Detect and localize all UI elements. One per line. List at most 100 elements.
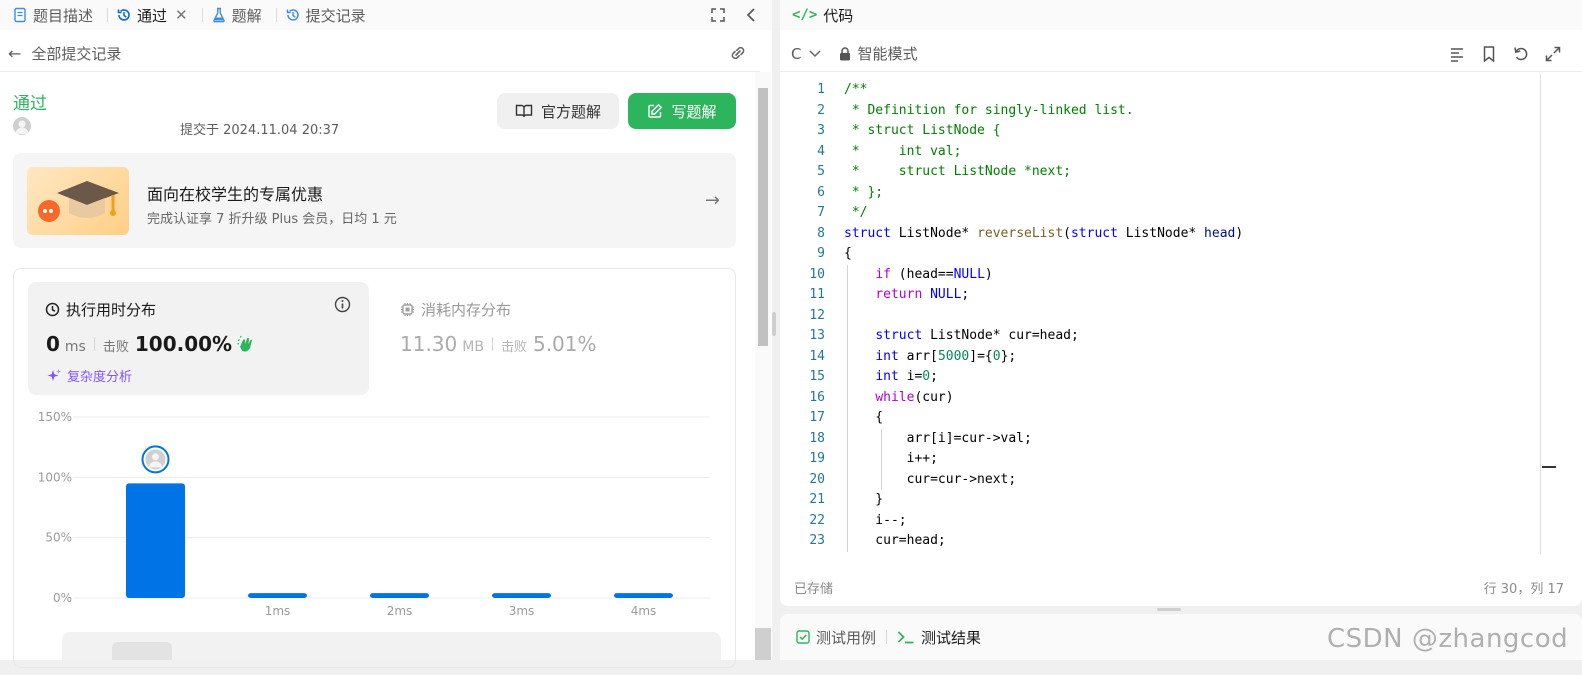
submission-panel: 题目描述 通过 ✕ 题解 提交记录 ← 全部提交记录 通过 提交于 2024.1…: [0, 0, 772, 668]
x-tick-label: 1ms: [265, 604, 291, 618]
code-line[interactable]: 22 i--;: [780, 510, 1550, 531]
arrow-left-icon[interactable]: ←: [8, 44, 21, 63]
write-solution-label: 写题解: [671, 102, 717, 121]
avatar-head: [152, 453, 159, 461]
code-text: cur=head;: [844, 533, 946, 548]
editor-scroll-marker: [1542, 466, 1556, 468]
chart-bar: [370, 593, 429, 598]
line-number: 7: [817, 205, 825, 220]
tab-test-result[interactable]: 测试结果: [897, 627, 981, 648]
code-line[interactable]: 18 arr[i]=cur->val;: [780, 428, 1550, 449]
all-submissions-link[interactable]: 全部提交记录: [31, 43, 121, 64]
close-icon[interactable]: ✕: [175, 6, 188, 24]
left-tab-bar: 题目描述 通过 ✕ 题解 提交记录: [0, 0, 772, 30]
mode-label: 智能模式: [857, 45, 918, 63]
code-line[interactable]: 16 while(cur): [780, 387, 1550, 408]
document-icon: [14, 7, 26, 23]
memory-distribution-tab[interactable]: 消耗内存分布: [400, 299, 511, 320]
checkbox-icon: [796, 630, 810, 644]
code-line[interactable]: 14 int arr[5000]={0};: [780, 346, 1550, 367]
code-line[interactable]: 11 return NULL;: [780, 285, 1550, 306]
flask-icon: [212, 7, 225, 23]
vertical-resize-handle[interactable]: [1157, 608, 1181, 611]
beat-label: 击败: [102, 340, 129, 355]
editor-status-bar: 已存储 行 30，列 17: [780, 574, 1582, 598]
code-line[interactable]: 20 cur=cur->next;: [780, 469, 1550, 490]
tab-solutions[interactable]: 题解: [209, 0, 270, 30]
runtime-title: 执行用时分布: [45, 299, 156, 320]
chevron-down-icon: [809, 49, 822, 57]
memory-title-text: 消耗内存分布: [421, 301, 512, 319]
info-icon[interactable]: [334, 296, 351, 313]
code-line[interactable]: 8 struct ListNode* reverseList(struct Lis…: [780, 224, 1550, 245]
language-select[interactable]: C: [791, 45, 822, 63]
runtime-unit: ms: [64, 339, 86, 355]
code-line[interactable]: 5 * struct ListNode *next;: [780, 162, 1550, 183]
line-number: 10: [809, 266, 825, 282]
code-text: return NULL;: [875, 287, 970, 302]
submit-timestamp: 提交于 2024.11.04 20:37: [180, 123, 340, 138]
line-number: 18: [809, 430, 825, 446]
runtime-distribution-tab[interactable]: 执行用时分布 0 ms 击败 100.00% 复杂度分析: [28, 282, 369, 395]
code-line[interactable]: 17 {: [780, 408, 1550, 429]
lock-icon: [840, 46, 851, 60]
clap-hands-icon: [237, 335, 253, 352]
code-text: * Definition for singly-linked list.: [844, 102, 1134, 118]
code-line[interactable]: 13 struct ListNode* cur=head;: [780, 326, 1550, 347]
code-text: * int val;: [844, 143, 962, 159]
student-promo-banner[interactable]: 面向在校学生的专属优惠 完成认证享 7 折升级 Plus 会员，日均 1 元 →: [13, 153, 736, 248]
smart-mode-toggle[interactable]: 智能模式: [839, 43, 918, 64]
code-line[interactable]: 19 i++;: [780, 449, 1550, 470]
code-editor[interactable]: 1 /** 2 * Definition for singly-linked lis…: [780, 80, 1550, 554]
submission-status: 通过: [13, 94, 47, 114]
line-number: 13: [809, 328, 825, 343]
code-line[interactable]: 6 * };: [780, 183, 1550, 204]
code-icon: </>: [792, 7, 818, 23]
expand-icon[interactable]: [1544, 45, 1562, 63]
panel-resize-handle[interactable]: [772, 312, 776, 336]
reset-icon[interactable]: [1512, 45, 1530, 63]
left-scrollbar-thumb[interactable]: [758, 88, 768, 346]
write-solution-button[interactable]: 写题解: [628, 93, 736, 129]
divider: [93, 337, 95, 351]
tab-accepted[interactable]: 通过 ✕: [114, 0, 196, 30]
editor-scrollbar[interactable]: [1540, 74, 1541, 554]
code-line[interactable]: 1 /**: [780, 80, 1550, 101]
tab-testcase[interactable]: 测试用例: [796, 627, 876, 648]
official-solution-button[interactable]: 官方题解: [497, 93, 619, 129]
code-text: * struct ListNode {: [844, 123, 1001, 138]
chevron-left-icon[interactable]: [744, 7, 758, 23]
code-line[interactable]: 7 */: [780, 203, 1550, 224]
line-number: 6: [817, 184, 825, 200]
sparkle-icon: [47, 368, 61, 381]
line-number: 5: [817, 164, 825, 179]
code-line[interactable]: 9{: [780, 244, 1550, 265]
fullscreen-icon[interactable]: [710, 7, 726, 23]
bookmark-icon[interactable]: [1480, 45, 1498, 63]
code-line[interactable]: 10 if (head==NULL): [780, 264, 1550, 285]
avatar[interactable]: [13, 117, 31, 135]
saved-status: 已存储: [794, 582, 834, 597]
link-icon[interactable]: [728, 44, 748, 62]
code-line[interactable]: 15 int i=0;: [780, 367, 1550, 388]
code-text: /**: [844, 82, 868, 97]
code-line[interactable]: 3 * struct ListNode {: [780, 121, 1550, 142]
tab-divider: [275, 8, 277, 22]
code-text: if (head==NULL): [875, 266, 993, 282]
code-line[interactable]: 12: [780, 305, 1550, 326]
code-line[interactable]: 21 }: [780, 490, 1550, 511]
code-line[interactable]: 2 * Definition for singly-linked list.: [780, 101, 1550, 122]
line-number: 11: [809, 287, 825, 302]
complexity-label: 复杂度分析: [67, 370, 133, 385]
code-line[interactable]: 23 cur=head;: [780, 531, 1550, 552]
line-number: 19: [809, 451, 825, 466]
format-icon[interactable]: [1448, 45, 1466, 63]
tab-submissions[interactable]: 提交记录: [283, 0, 374, 30]
divider: [491, 337, 493, 351]
code-text: */: [844, 205, 868, 220]
code-panel-header: </> 代码: [780, 0, 1582, 30]
tab-description[interactable]: 题目描述: [10, 0, 101, 30]
complexity-analysis-link[interactable]: 复杂度分析: [46, 366, 132, 385]
x-tick-label: 2ms: [387, 604, 413, 618]
code-line[interactable]: 4 * int val;: [780, 142, 1550, 163]
